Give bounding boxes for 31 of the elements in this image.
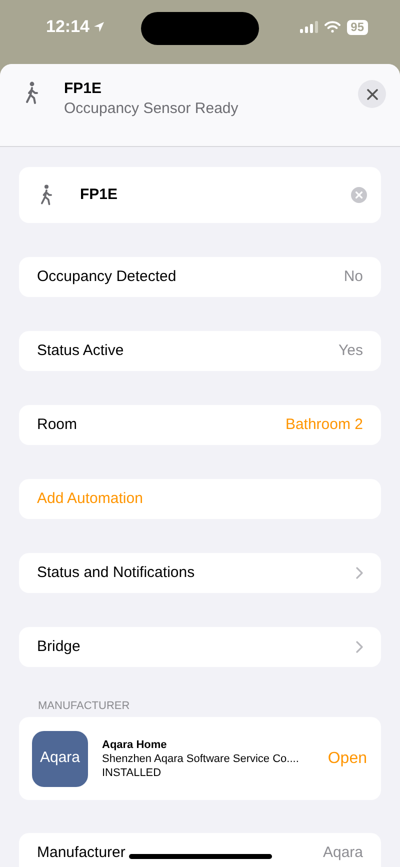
row-value: Yes	[338, 340, 363, 361]
name-field[interactable]: FP1E	[19, 167, 381, 223]
row-label: Status and Notifications	[37, 562, 195, 583]
chevron-icon	[356, 567, 363, 579]
row-label: Occupancy Detected	[37, 266, 176, 287]
location-arrow-icon	[93, 21, 106, 33]
clock-time: 12:14	[46, 16, 90, 38]
row-value: Aqara	[322, 842, 363, 863]
app-developer: Shenzhen Aqara Software Service Co....	[102, 752, 300, 766]
row-label: Manufacturer	[37, 842, 126, 863]
settings-row[interactable]: Bridge	[19, 627, 381, 667]
sheet-title: FP1E	[64, 79, 103, 99]
chevron-icon	[356, 641, 363, 653]
row-label: Room	[37, 414, 78, 435]
battery-level: 95	[346, 20, 368, 34]
signal-icon	[300, 21, 318, 33]
row-label: Status Active	[37, 340, 124, 361]
close-button[interactable]	[358, 80, 386, 108]
app-status: INSTALLED	[102, 766, 162, 780]
sheet-subtitle: Occupancy Sensor Ready	[64, 99, 240, 119]
close-icon	[366, 88, 378, 100]
settings-row[interactable]: Status and Notifications	[19, 553, 381, 593]
wifi-icon	[324, 21, 341, 33]
row-label: Bridge	[37, 636, 80, 657]
row-value: No	[344, 266, 363, 287]
walking-person-icon	[24, 81, 40, 105]
app-icon: Aqara	[32, 730, 88, 786]
walking-person-icon	[39, 184, 54, 206]
settings-row[interactable]: Room Bathroom 2	[19, 405, 381, 445]
section-heading: MANUFACTURER	[38, 699, 131, 713]
app-name: Aqara Home	[102, 738, 168, 752]
